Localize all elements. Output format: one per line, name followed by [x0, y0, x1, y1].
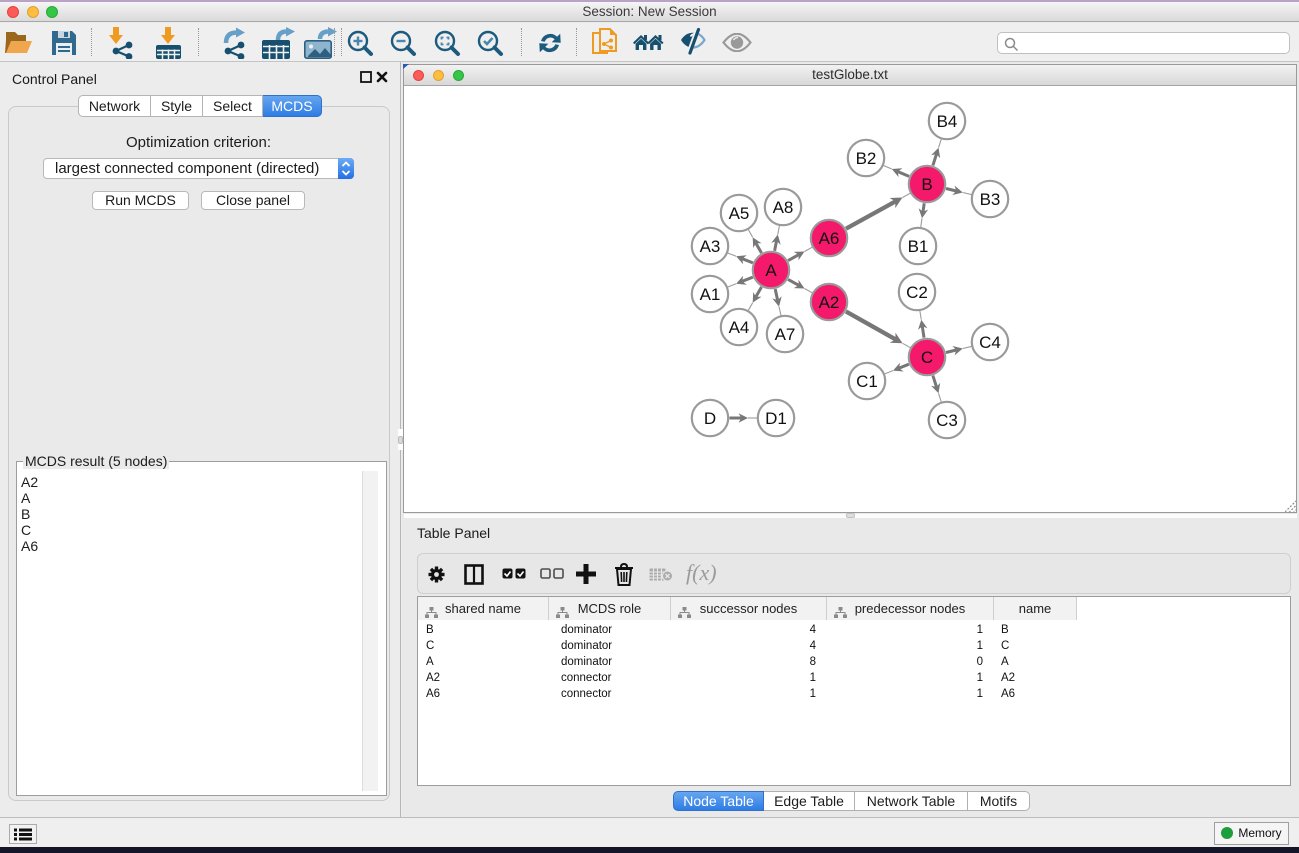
- svg-text:A6: A6: [819, 229, 840, 248]
- svg-text:C2: C2: [906, 283, 928, 302]
- svg-text:A2: A2: [819, 293, 840, 312]
- svg-text:D1: D1: [765, 409, 787, 428]
- svg-text:B4: B4: [937, 112, 958, 131]
- svg-text:B1: B1: [908, 237, 929, 256]
- svg-text:A: A: [765, 261, 777, 280]
- svg-text:C3: C3: [936, 411, 958, 430]
- svg-text:B3: B3: [980, 190, 1001, 209]
- svg-text:A5: A5: [729, 204, 750, 223]
- svg-text:A7: A7: [775, 325, 796, 344]
- svg-text:D: D: [704, 409, 716, 428]
- svg-text:B2: B2: [856, 149, 877, 168]
- svg-text:B: B: [921, 175, 932, 194]
- svg-text:A3: A3: [700, 237, 721, 256]
- svg-text:A8: A8: [773, 198, 794, 217]
- svg-text:C1: C1: [856, 372, 878, 391]
- svg-text:C: C: [921, 348, 933, 367]
- svg-text:A1: A1: [700, 285, 721, 304]
- svg-text:A4: A4: [729, 318, 750, 337]
- svg-text:C4: C4: [979, 333, 1001, 352]
